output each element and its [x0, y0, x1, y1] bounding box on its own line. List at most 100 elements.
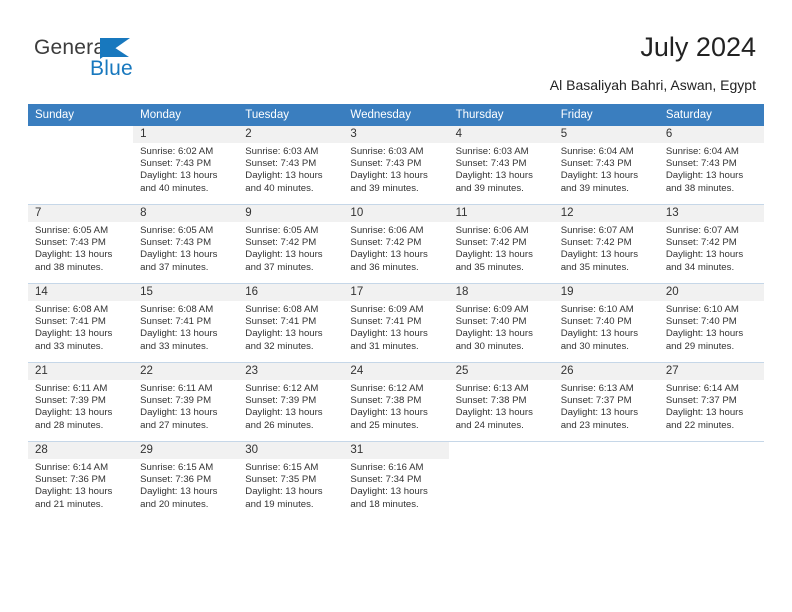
triangle-flag-icon [100, 38, 130, 59]
calendar-day-cell[interactable]: 4 Sunrise: 6:03 AM Sunset: 7:43 PM Daylight… [448, 126, 554, 205]
day-details: Sunrise: 6:15 AM Sunset: 7:35 PM Daylight:… [238, 459, 343, 511]
calendar-day-cell[interactable]: 14 Sunrise: 6:08 AM Sunset: 7:41 PM Dayligh… [28, 283, 134, 363]
weekday-header-monday: Monday [133, 104, 239, 126]
detail-sunrise: Sunrise: 6:12 AM [245, 383, 319, 394]
detail-sunrise: Sunrise: 6:07 AM [560, 225, 634, 236]
calendar-week-row: 7 Sunrise: 6:05 AM Sunset: 7:43 PM Daylight… [28, 204, 764, 284]
day-cell-inner: 28 Sunrise: 6:14 AM Sunset: 7:36 PM Dayligh… [28, 442, 134, 520]
general-blue-logo[interactable]: General Blue [34, 36, 184, 84]
detail-sunrise: Sunrise: 6:03 AM [455, 146, 529, 157]
day-details: Sunrise: 6:14 AM Sunset: 7:36 PM Daylight:… [28, 459, 133, 511]
detail-sunset: Sunset: 7:40 PM [665, 316, 737, 328]
day-details: Sunrise: 6:12 AM Sunset: 7:38 PM Daylight:… [343, 380, 448, 432]
calendar-day-cell[interactable]: 25 Sunrise: 6:13 AM Sunset: 7:38 PM Dayligh… [448, 362, 554, 442]
day-number: 23 [238, 363, 344, 380]
day-number: 14 [28, 284, 134, 301]
calendar-day-cell[interactable]: 8 Sunrise: 6:05 AM Sunset: 7:43 PM Daylight… [133, 204, 239, 284]
detail-sunrise: Sunrise: 6:05 AM [140, 225, 214, 236]
calendar-day-cell[interactable]: 26 Sunrise: 6:13 AM Sunset: 7:37 PM Dayligh… [553, 362, 659, 442]
day-cell-inner: 13 Sunrise: 6:07 AM Sunset: 7:42 PM Dayligh… [658, 205, 764, 283]
calendar-day-cell[interactable]: 3 Sunrise: 6:03 AM Sunset: 7:43 PM Daylight… [343, 126, 449, 205]
calendar-day-cell[interactable]: 30 Sunrise: 6:15 AM Sunset: 7:35 PM Dayligh… [238, 441, 344, 520]
detail-daylight-2: and 22 minutes. [665, 419, 735, 431]
detail-daylight-1: Daylight: 13 hours [35, 407, 113, 419]
detail-daylight-2: and 38 minutes. [665, 182, 735, 194]
calendar-day-cell[interactable]: 13 Sunrise: 6:07 AM Sunset: 7:42 PM Dayligh… [658, 204, 764, 284]
calendar-day-cell[interactable]: 22 Sunrise: 6:11 AM Sunset: 7:39 PM Dayligh… [133, 362, 239, 442]
day-cell-inner: 20 Sunrise: 6:10 AM Sunset: 7:40 PM Dayligh… [658, 284, 764, 362]
calendar-day-cell[interactable]: 20 Sunrise: 6:10 AM Sunset: 7:40 PM Dayligh… [658, 283, 764, 363]
detail-sunset: Sunset: 7:43 PM [245, 158, 317, 170]
detail-daylight-1: Daylight: 13 hours [560, 170, 639, 182]
detail-daylight-1: Daylight: 13 hours [350, 486, 428, 498]
detail-sunset: Sunset: 7:42 PM [455, 237, 527, 249]
detail-sunset: Sunset: 7:42 PM [560, 237, 632, 249]
day-cell-inner: 12 Sunrise: 6:07 AM Sunset: 7:42 PM Dayligh… [553, 205, 659, 283]
day-number: 15 [133, 284, 239, 301]
calendar-day-cell[interactable]: 28 Sunrise: 6:14 AM Sunset: 7:36 PM Dayligh… [28, 441, 134, 520]
detail-sunrise: Sunrise: 6:13 AM [455, 383, 529, 394]
detail-daylight-2: and 34 minutes. [665, 261, 735, 273]
day-details [28, 143, 133, 146]
detail-daylight-2: and 18 minutes. [350, 498, 419, 510]
detail-daylight-2: and 37 minutes. [245, 261, 314, 273]
detail-daylight-1: Daylight: 13 hours [140, 486, 218, 498]
calendar-day-cell[interactable]: 7 Sunrise: 6:05 AM Sunset: 7:43 PM Daylight… [28, 204, 134, 284]
calendar-day-cell[interactable]: 18 Sunrise: 6:09 AM Sunset: 7:40 PM Dayligh… [448, 283, 554, 363]
day-details: Sunrise: 6:07 AM Sunset: 7:42 PM Daylight:… [659, 222, 764, 274]
page-subtitle: Al Basaliyah Bahri, Aswan, Egypt [549, 77, 756, 93]
calendar-day-cell[interactable]: 2 Sunrise: 6:03 AM Sunset: 7:43 PM Daylight… [238, 126, 344, 205]
detail-daylight-1: Daylight: 13 hours [245, 170, 323, 182]
detail-daylight-2: and 40 minutes. [140, 182, 209, 194]
detail-sunrise: Sunrise: 6:12 AM [350, 383, 424, 394]
calendar-day-cell[interactable]: 23 Sunrise: 6:12 AM Sunset: 7:39 PM Dayligh… [238, 362, 344, 442]
day-number: 13 [658, 205, 764, 222]
weekday-header-thursday: Thursday [448, 104, 554, 126]
detail-daylight-1: Daylight: 13 hours [245, 249, 323, 261]
calendar-day-cell[interactable]: 21 Sunrise: 6:11 AM Sunset: 7:39 PM Dayligh… [28, 362, 134, 442]
day-number: 7 [28, 205, 134, 222]
detail-daylight-1: Daylight: 13 hours [140, 407, 218, 419]
calendar-day-cell[interactable]: 17 Sunrise: 6:09 AM Sunset: 7:41 PM Dayligh… [343, 283, 449, 363]
day-cell-inner: 30 Sunrise: 6:15 AM Sunset: 7:35 PM Dayligh… [238, 442, 344, 520]
day-cell-inner: 2 Sunrise: 6:03 AM Sunset: 7:43 PM Daylight… [238, 126, 344, 204]
calendar-day-cell[interactable]: 5 Sunrise: 6:04 AM Sunset: 7:43 PM Daylight… [553, 126, 659, 205]
calendar-day-cell[interactable]: 27 Sunrise: 6:14 AM Sunset: 7:37 PM Dayligh… [658, 362, 764, 442]
detail-daylight-2: and 39 minutes. [350, 182, 419, 194]
day-details: Sunrise: 6:06 AM Sunset: 7:42 PM Daylight:… [449, 222, 554, 274]
day-number: 3 [343, 126, 449, 143]
page-title: July 2024 [640, 32, 756, 62]
detail-sunrise: Sunrise: 6:03 AM [245, 146, 319, 157]
detail-sunset: Sunset: 7:41 PM [140, 316, 212, 328]
day-number [28, 126, 134, 143]
calendar-day-cell[interactable]: 12 Sunrise: 6:07 AM Sunset: 7:42 PM Dayligh… [553, 204, 659, 284]
day-number: 31 [343, 442, 449, 459]
day-cell-inner: 18 Sunrise: 6:09 AM Sunset: 7:40 PM Dayligh… [448, 284, 554, 362]
calendar-day-cell[interactable]: 19 Sunrise: 6:10 AM Sunset: 7:40 PM Dayligh… [553, 283, 659, 363]
calendar-day-cell[interactable]: 24 Sunrise: 6:12 AM Sunset: 7:38 PM Dayligh… [343, 362, 449, 442]
detail-sunset: Sunset: 7:40 PM [455, 316, 527, 328]
detail-sunset: Sunset: 7:39 PM [245, 395, 317, 407]
day-details: Sunrise: 6:08 AM Sunset: 7:41 PM Daylight:… [133, 301, 238, 353]
day-details: Sunrise: 6:06 AM Sunset: 7:42 PM Daylight:… [343, 222, 448, 274]
calendar-day-cell[interactable]: 1 Sunrise: 6:02 AM Sunset: 7:43 PM Daylight… [133, 126, 239, 205]
detail-daylight-1: Daylight: 13 hours [140, 328, 218, 340]
calendar-day-cell[interactable]: 29 Sunrise: 6:15 AM Sunset: 7:36 PM Dayligh… [133, 441, 239, 520]
calendar-day-cell[interactable]: 31 Sunrise: 6:16 AM Sunset: 7:34 PM Dayligh… [343, 441, 449, 520]
day-number: 17 [343, 284, 449, 301]
detail-daylight-2: and 19 minutes. [245, 498, 314, 510]
detail-sunrise: Sunrise: 6:05 AM [245, 225, 319, 236]
calendar-day-cell[interactable]: 9 Sunrise: 6:05 AM Sunset: 7:42 PM Daylight… [238, 204, 344, 284]
day-details: Sunrise: 6:02 AM Sunset: 7:43 PM Daylight:… [133, 143, 238, 195]
calendar-day-cell[interactable]: 10 Sunrise: 6:06 AM Sunset: 7:42 PM Dayligh… [343, 204, 449, 284]
detail-sunset: Sunset: 7:42 PM [350, 237, 422, 249]
day-details: Sunrise: 6:04 AM Sunset: 7:43 PM Daylight:… [554, 143, 659, 195]
calendar-day-cell[interactable]: 16 Sunrise: 6:08 AM Sunset: 7:41 PM Dayligh… [238, 283, 344, 363]
detail-daylight-1: Daylight: 13 hours [350, 328, 428, 340]
day-number: 26 [553, 363, 659, 380]
calendar-day-cell[interactable]: 6 Sunrise: 6:04 AM Sunset: 7:43 PM Daylight… [658, 126, 764, 205]
day-details [659, 459, 764, 462]
calendar-day-cell[interactable]: 15 Sunrise: 6:08 AM Sunset: 7:41 PM Dayligh… [133, 283, 239, 363]
calendar-day-cell[interactable]: 11 Sunrise: 6:06 AM Sunset: 7:42 PM Dayligh… [448, 204, 554, 284]
detail-sunset: Sunset: 7:43 PM [350, 158, 422, 170]
